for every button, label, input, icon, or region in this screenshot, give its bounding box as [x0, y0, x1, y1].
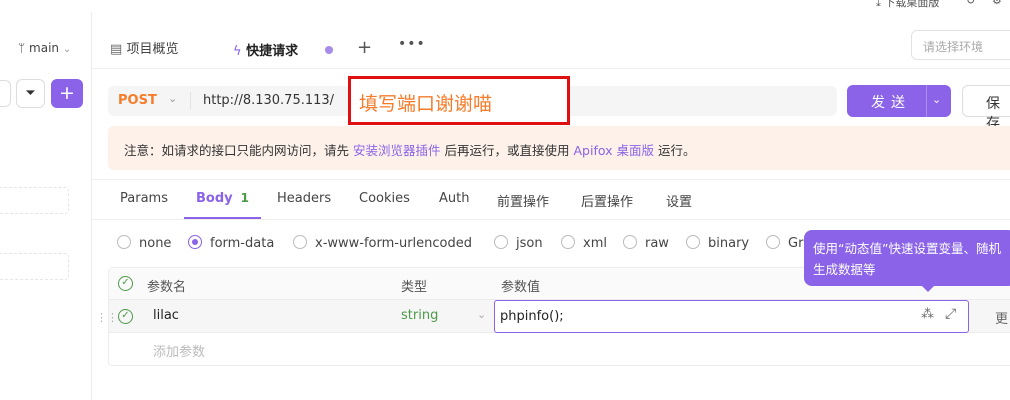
more-tabs-button[interactable]: ••• — [398, 36, 426, 52]
radio-icon — [494, 235, 508, 249]
param-value-input[interactable]: phpinfo(); ⁂ ⤢ — [494, 300, 969, 333]
sidebar-search-input[interactable] — [0, 80, 11, 107]
param-name-cell[interactable]: lilac — [153, 308, 179, 323]
body-type-raw[interactable]: raw — [623, 235, 669, 251]
tab-quick-request[interactable]: ϟ 快捷请求 — [221, 30, 345, 68]
tab-settings[interactable]: 设置 — [666, 191, 692, 210]
tab-body[interactable]: Body 1 — [196, 191, 249, 206]
radio-checked-icon — [188, 235, 202, 249]
send-divider — [926, 85, 927, 117]
param-type-select[interactable]: string — [401, 308, 438, 323]
install-extension-link[interactable]: 安装浏览器插件 — [353, 143, 441, 158]
column-header-type: 类型 — [401, 280, 428, 295]
radio-icon — [117, 235, 131, 249]
annotation-text: 填写端口谢谢喵 — [359, 93, 493, 115]
section-divider — [92, 179, 1010, 180]
body-type-none[interactable]: none — [117, 235, 171, 251]
row-enabled-checkbox[interactable]: ✓ — [118, 309, 133, 324]
dynamic-value-tooltip: 使用“动态值”快速设置变量、随机生成数据等 — [804, 230, 1010, 292]
add-param-input[interactable]: 添加参数 — [153, 341, 205, 360]
chevron-down-icon[interactable]: ⌄ — [932, 93, 941, 106]
branch-selector[interactable]: ᛘ main ⌄ — [18, 41, 71, 55]
column-header-value: 参数值 — [501, 280, 541, 295]
more-options[interactable]: 更 — [995, 308, 1008, 327]
new-tab-button[interactable]: + — [357, 37, 372, 58]
column-header-name: 参数名 — [147, 280, 187, 295]
tab-params[interactable]: Params — [120, 191, 168, 206]
body-type-graphql[interactable]: Gr — [766, 235, 803, 251]
check-all-icon[interactable]: ✓ — [118, 276, 133, 291]
more-icon: ••• — [398, 36, 426, 52]
radio-icon — [766, 235, 780, 249]
overview-icon: ▤ — [110, 42, 123, 57]
radio-icon — [561, 235, 575, 249]
tabbar-divider — [92, 68, 1010, 69]
annotation-box: 填写端口谢谢喵 — [348, 76, 570, 125]
chevron-down-icon: ⌄ — [168, 92, 178, 105]
radio-icon — [623, 235, 637, 249]
refresh-icon[interactable]: ↻ — [966, 0, 975, 7]
lightning-icon: ϟ — [233, 44, 242, 59]
table-row: ✓ lilac string ⌄ phpinfo(); ⁂ ⤢ 更 — [109, 300, 1010, 333]
tab-post-operations[interactable]: 后置操作 — [581, 191, 633, 210]
radio-icon — [686, 235, 700, 249]
chevron-down-icon: ⌄ — [477, 308, 487, 321]
branch-icon: ᛘ — [18, 41, 26, 55]
settings-icon[interactable]: ⚙ — [992, 0, 1002, 7]
method-divider — [190, 92, 191, 110]
body-type-x-www-form-urlencoded[interactable]: x-www-form-urlencoded — [293, 235, 472, 251]
plus-icon: + — [59, 82, 75, 104]
filter-button[interactable]: ⏷ — [16, 79, 45, 108]
url-input[interactable]: http://8.130.75.113/ — [203, 93, 334, 108]
method-select[interactable]: POST — [118, 93, 157, 108]
tab-headers[interactable]: Headers — [277, 191, 331, 206]
body-type-binary[interactable]: binary — [686, 235, 749, 251]
expand-icon[interactable]: ⤢ — [945, 306, 956, 322]
sidebar-tree-item[interactable] — [0, 253, 69, 280]
desktop-app-link[interactable]: Apifox 桌面版 — [574, 143, 655, 158]
radio-icon — [293, 235, 307, 249]
chevron-down-icon: ⌄ — [62, 44, 72, 55]
left-sidebar: ᛘ main ⌄ ⏷ + — [0, 12, 92, 400]
save-button[interactable]: 保存 — [962, 85, 1010, 132]
tab-project-overview[interactable]: ▤ 项目概览 — [110, 38, 178, 57]
top-strip: ⤓ 下载桌面版 ↻ ⚙ — [0, 0, 1010, 12]
section-divider — [92, 219, 1010, 220]
add-button[interactable]: + — [51, 79, 83, 108]
send-button[interactable]: 发送 ⌄ — [847, 85, 951, 117]
tab-pre-operations[interactable]: 前置操作 — [497, 191, 549, 210]
unsaved-dot — [325, 46, 333, 54]
magic-wand-icon[interactable]: ⁂ — [921, 307, 934, 322]
tab-auth[interactable]: Auth — [439, 191, 469, 206]
environment-select[interactable]: 请选择环境 — [911, 30, 1010, 60]
plus-icon: + — [357, 37, 373, 58]
drag-handle-icon[interactable]: ⋮⋮ — [96, 311, 118, 324]
body-count-badge: 1 — [240, 191, 249, 205]
body-type-form-data[interactable]: form-data — [188, 235, 274, 251]
tab-cookies[interactable]: Cookies — [359, 191, 410, 206]
body-type-json[interactable]: json — [494, 235, 543, 251]
download-desktop-link[interactable]: ⤓ 下载桌面版 — [876, 0, 939, 10]
body-type-xml[interactable]: xml — [561, 235, 607, 251]
notice-banner: 注意：如请求的接口只能内网访问，请先 安装浏览器插件 后再运行，或直接使用 Ap… — [108, 126, 1010, 170]
sidebar-tree-item[interactable] — [0, 187, 69, 214]
filter-icon: ⏷ — [25, 86, 36, 101]
